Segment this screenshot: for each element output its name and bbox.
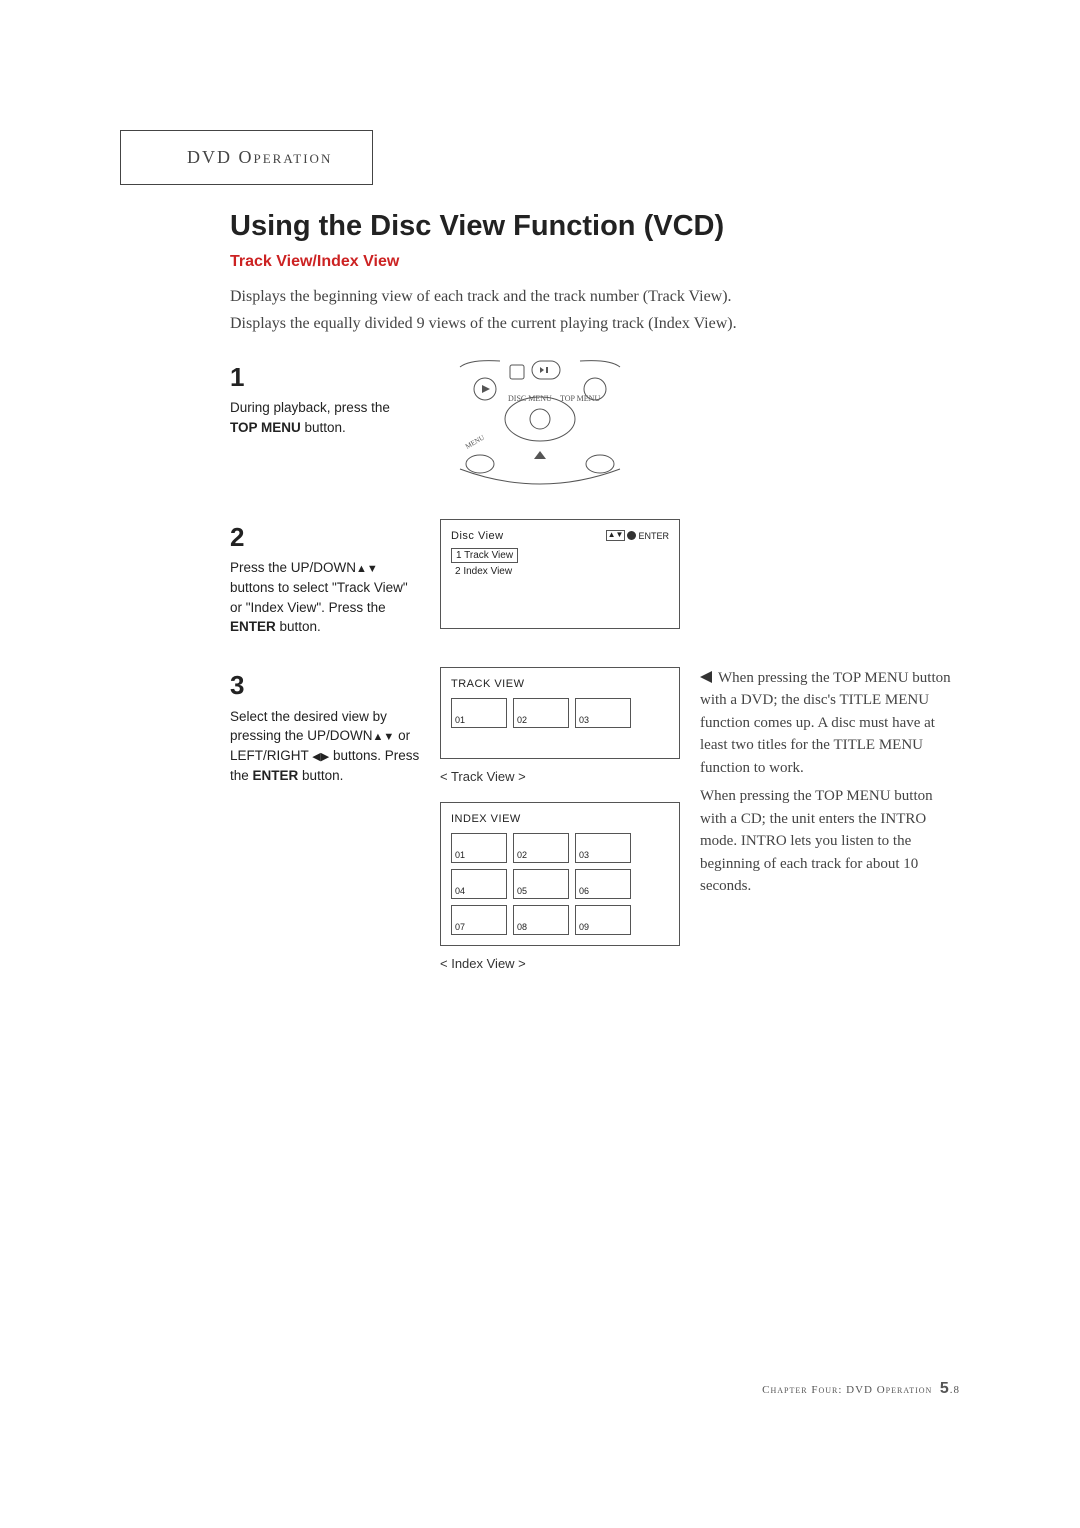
osd-track-view-title: TRACK VIEW: [451, 678, 669, 690]
osd-disc-view: Disc View ▲▼ ENTER 1 Track View 2 Index …: [440, 519, 680, 629]
osd-title: Disc View: [451, 530, 504, 542]
step-3-text-a: Select the desired view by pressing the …: [230, 709, 387, 744]
section-tag: DVD Operation: [120, 130, 373, 185]
enter-knob-icon: [627, 531, 636, 540]
step-2-text-b: buttons to select "Track View" or "Index…: [230, 580, 408, 615]
step-2-text-c: button.: [276, 619, 321, 634]
step-2-text-a: Press the UP/DOWN: [230, 560, 356, 575]
step-2-number: 2: [230, 519, 420, 557]
intro-line-2: Displays the equally divided 9 views of …: [230, 312, 960, 337]
updown-arrows-icon: ▲▼: [373, 731, 395, 743]
updown-arrows-icon: ▲▼: [356, 563, 378, 575]
step-3-number: 3: [230, 667, 420, 705]
index-view-caption: < Index View >: [440, 956, 680, 971]
remote-label-menu: MENU: [464, 433, 486, 450]
osd-index-view-title: INDEX VIEW: [451, 813, 669, 825]
step-1-number: 1: [230, 359, 420, 397]
side-note-p2: When pressing the TOP MENU button with a…: [700, 785, 960, 898]
footer-chapter: Chapter Four: DVD Operation: [762, 1384, 932, 1396]
step-1-text-a: During playback, press the: [230, 400, 390, 415]
index-thumb: 09: [575, 905, 631, 935]
osd-track-view: TRACK VIEW 01 02 03: [440, 667, 680, 759]
footer-page-major: 5: [940, 1380, 950, 1397]
step-1-bold: TOP MENU: [230, 420, 301, 435]
index-thumb: 07: [451, 905, 507, 935]
step-3-bold: ENTER: [253, 768, 299, 783]
sub-heading: Track View/Index View: [230, 253, 960, 271]
osd-enter-indicator: ▲▼ ENTER: [606, 530, 669, 541]
step-2: 2 Press the UP/DOWN▲▼ buttons to select …: [230, 519, 960, 637]
index-thumb: 05: [513, 869, 569, 899]
index-thumb: 04: [451, 869, 507, 899]
osd-enter-label: ENTER: [638, 531, 669, 541]
osd-item-1: 1 Track View: [451, 548, 518, 563]
page-heading: Using the Disc View Function (VCD): [230, 210, 960, 243]
step-3: 3 Select the desired view by pressing th…: [230, 667, 960, 971]
track-thumb: 02: [513, 698, 569, 728]
track-thumb: 03: [575, 698, 631, 728]
intro-text: Displays the beginning view of each trac…: [230, 285, 960, 337]
side-note: When pressing the TOP MENU button with a…: [700, 667, 960, 904]
leftright-arrows-icon: ◀▶: [312, 751, 329, 763]
index-thumb: 06: [575, 869, 631, 899]
remote-illustration: DISC MENU TOP MENU MENU: [440, 359, 640, 489]
step-1-text-b: button.: [301, 420, 346, 435]
index-thumb: 01: [451, 833, 507, 863]
step-1: 1 During playback, press the TOP MENU bu…: [230, 359, 960, 489]
intro-line-1: Displays the beginning view of each trac…: [230, 285, 960, 310]
step-3-text-d: button.: [298, 768, 343, 783]
page-footer: Chapter Four: DVD Operation 5.8: [762, 1380, 960, 1398]
track-view-caption: < Track View >: [440, 769, 680, 784]
track-thumb: 01: [451, 698, 507, 728]
index-thumb: 03: [575, 833, 631, 863]
remote-label-disc-menu: DISC MENU: [508, 394, 552, 403]
remote-label-top-menu: TOP MENU: [560, 394, 600, 403]
index-thumb: 02: [513, 833, 569, 863]
side-note-p1: When pressing the TOP MENU button with a…: [700, 670, 951, 776]
index-thumb: 08: [513, 905, 569, 935]
note-arrow-icon: [700, 671, 712, 683]
step-2-bold: ENTER: [230, 619, 276, 634]
osd-item-2: 2 Index View: [451, 565, 669, 578]
footer-page-minor: .8: [950, 1384, 960, 1396]
osd-arrow-box-icon: ▲▼: [606, 530, 626, 541]
osd-index-view: INDEX VIEW 01 02 03 04 05 06 07 08 09: [440, 802, 680, 946]
